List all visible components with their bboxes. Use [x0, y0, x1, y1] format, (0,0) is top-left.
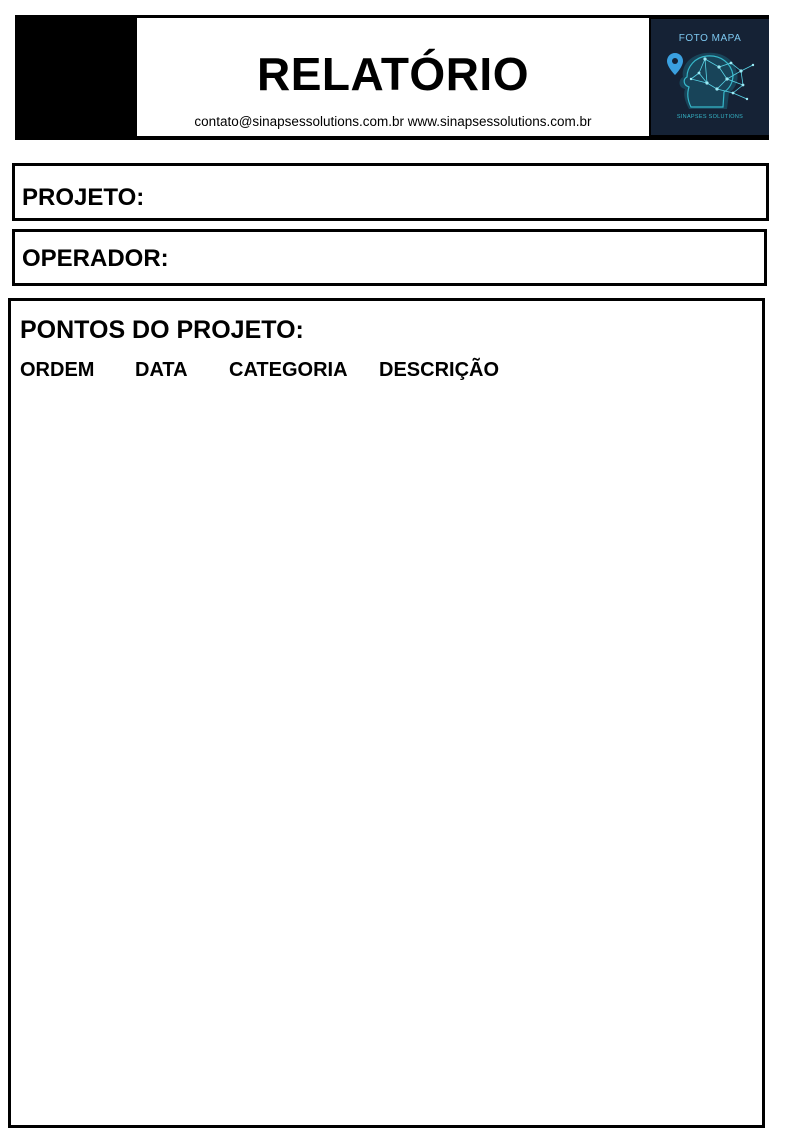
projeto-field: PROJETO: — [12, 163, 769, 221]
contact-line: contato@sinapsessolutions.com.br www.sin… — [194, 114, 592, 129]
column-header-categoria: CATEGORIA — [229, 359, 348, 381]
column-header-descricao: DESCRIÇÃO — [379, 359, 500, 381]
operador-label: OPERADOR: — [22, 245, 169, 272]
column-header-ordem: ORDEM — [20, 359, 95, 381]
head-network-map-pin-icon — [667, 52, 755, 109]
report-title: RELATÓRIO — [257, 48, 529, 100]
operador-field: OPERADOR: — [12, 229, 767, 286]
logo-bottom-text: SINAPSES SOLUTIONS — [676, 114, 744, 120]
points-table-header: ORDEM DATA CATEGORIA DESCRIÇÃO — [20, 358, 519, 384]
pontos-title: PONTOS DO PROJETO: — [20, 316, 304, 344]
projeto-label: PROJETO: — [22, 184, 145, 211]
header-title-panel: RELATÓRIO contato@sinapsessolutions.com.… — [137, 18, 649, 136]
column-header-data: DATA — [135, 359, 188, 381]
company-logo: FOTO MAPA SINAPSES SOLUTIONS — [651, 19, 769, 135]
logo-top-text: FOTO MAPA — [678, 33, 742, 44]
pontos-section: PONTOS DO PROJETO: ORDEM DATA CATEGORIA … — [8, 298, 765, 1128]
